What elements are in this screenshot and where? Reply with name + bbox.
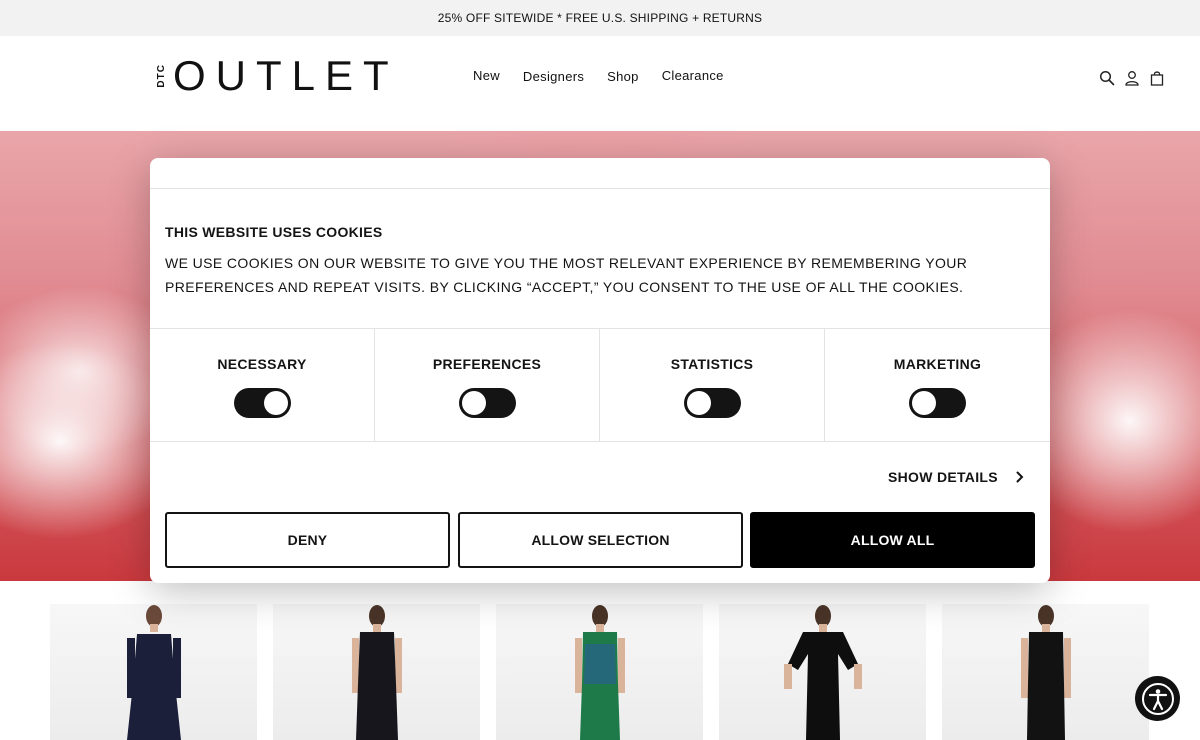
account-icon[interactable] — [1124, 70, 1140, 86]
site-logo[interactable]: DTC OUTLET — [156, 52, 399, 99]
toggle-cell-preferences: PREFERENCES — [375, 329, 600, 441]
allow-selection-button[interactable]: ALLOW SELECTION — [458, 512, 743, 568]
toggle-cell-statistics: STATISTICS — [600, 329, 825, 441]
toggle-cell-marketing: MARKETING — [825, 329, 1050, 441]
product-card[interactable] — [719, 604, 926, 740]
promo-bar: 25% OFF SITEWIDE * FREE U.S. SHIPPING + … — [0, 0, 1200, 36]
toggle-knob — [462, 391, 486, 415]
promo-text: 25% OFF SITEWIDE * FREE U.S. SHIPPING + … — [437, 11, 763, 25]
toggle-necessary[interactable] — [234, 388, 291, 418]
product-card[interactable] — [50, 604, 257, 740]
header-icons — [1099, 70, 1165, 86]
deny-button[interactable]: DENY — [165, 512, 450, 568]
product-image — [126, 605, 181, 740]
toggle-knob — [912, 391, 936, 415]
toggle-knob — [687, 391, 711, 415]
toggle-label-preferences: PREFERENCES — [432, 356, 542, 372]
dialog-top-bar — [150, 158, 1050, 189]
product-image — [574, 605, 625, 740]
logo-prefix: DTC — [156, 64, 167, 88]
toggle-statistics[interactable] — [684, 388, 741, 418]
show-details-link[interactable]: SHOW DETAILS — [888, 469, 1024, 485]
cookie-consent-dialog: THIS WEBSITE USES COOKIES WE USE COOKIES… — [150, 158, 1050, 583]
nav-item-new[interactable]: New — [473, 68, 500, 83]
toggle-knob — [264, 391, 288, 415]
toggle-cell-necessary: NECESSARY — [150, 329, 375, 441]
dialog-title: THIS WEBSITE USES COOKIES — [165, 224, 383, 240]
toggle-label-necessary: NECESSARY — [217, 356, 307, 372]
search-icon[interactable] — [1099, 70, 1115, 86]
dialog-body-text: WE USE COOKIES ON OUR WEBSITE TO GIVE YO… — [165, 255, 968, 295]
nav-item-shop[interactable]: Shop — [607, 69, 639, 84]
main-nav: New Designers Shop Clearance — [473, 68, 747, 84]
product-image — [351, 605, 402, 740]
allow-all-button[interactable]: ALLOW ALL — [750, 512, 1035, 568]
accessibility-button[interactable] — [1135, 676, 1180, 721]
toggle-marketing[interactable] — [909, 388, 966, 418]
accessibility-icon — [1141, 682, 1174, 715]
logo-wordmark: OUTLET — [173, 52, 399, 99]
nav-item-clearance[interactable]: Clearance — [662, 68, 724, 83]
bag-icon[interactable] — [1149, 70, 1165, 86]
product-card[interactable] — [496, 604, 703, 740]
product-card[interactable] — [942, 604, 1149, 740]
nav-item-designers[interactable]: Designers — [523, 69, 584, 84]
toggle-preferences[interactable] — [459, 388, 516, 418]
toggle-label-marketing: MARKETING — [893, 356, 982, 372]
chevron-right-icon — [1016, 471, 1024, 483]
product-carousel — [50, 604, 1149, 740]
site-header: DTC OUTLET New Designers Shop Clearance — [0, 36, 1200, 131]
product-image — [783, 605, 862, 740]
consent-toggles: NECESSARY PREFERENCES STATISTICS MARKETI… — [150, 328, 1050, 442]
product-card[interactable] — [273, 604, 480, 740]
show-details-label: SHOW DETAILS — [888, 469, 998, 485]
product-image — [1020, 605, 1071, 740]
toggle-label-statistics: STATISTICS — [670, 356, 754, 372]
